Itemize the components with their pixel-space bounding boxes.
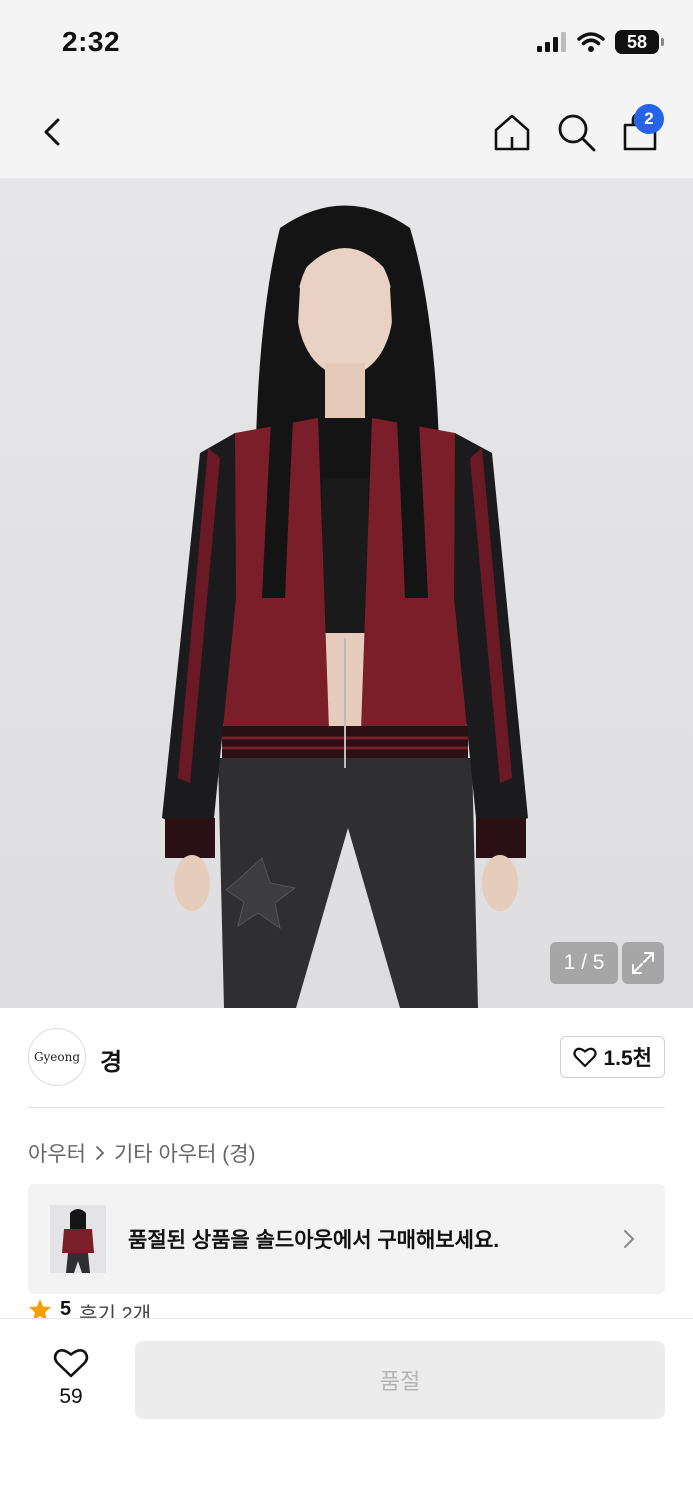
soldout-thumbnail	[50, 1205, 106, 1273]
soldout-button: 품절	[135, 1341, 665, 1419]
review-score: 5	[60, 1298, 72, 1320]
chevron-right-icon	[96, 1146, 105, 1160]
expand-image-button[interactable]	[622, 942, 664, 984]
status-time: 2:32	[62, 26, 121, 57]
brand-row[interactable]: Gyeong 경 1.5천	[28, 1028, 665, 1086]
chevron-right-icon	[624, 1230, 635, 1248]
breadcrumb-item-other-outer[interactable]: 기타 아우터 (경)	[114, 1138, 256, 1168]
image-counter: 1 / 5	[550, 942, 618, 984]
bottom-action-bar: 59 품절	[0, 1318, 693, 1500]
star-icon	[29, 1299, 51, 1320]
soldout-banner[interactable]: 품절된 상품을 솔드아웃에서 구매해보세요.	[28, 1184, 665, 1294]
breadcrumb: 아우터 기타 아우터 (경)	[28, 1138, 256, 1168]
brand-name[interactable]: 경	[100, 1042, 122, 1077]
wishlist-count: 59	[59, 1385, 83, 1408]
heart-icon	[573, 1047, 598, 1068]
nav-bar	[0, 88, 693, 178]
product-photo-illustration	[162, 205, 528, 1008]
search-icon[interactable]	[554, 110, 598, 154]
home-icon[interactable]	[490, 110, 534, 154]
battery-indicator: 58	[615, 30, 664, 54]
brand-like-button[interactable]: 1.5천	[560, 1036, 665, 1078]
back-icon[interactable]	[34, 112, 74, 152]
status-bar: 2:32 58	[0, 0, 693, 88]
status-icons: 58	[537, 30, 664, 54]
breadcrumb-item-outer[interactable]: 아우터	[28, 1138, 86, 1168]
divider	[28, 1107, 665, 1108]
review-summary[interactable]: 5 후기 2개	[28, 1298, 151, 1320]
soldout-message: 품절된 상품을 솔드아웃에서 구매해보세요.	[128, 1229, 500, 1252]
cart-count-badge: 2	[634, 104, 664, 134]
heart-icon	[53, 1349, 89, 1378]
brand-logo[interactable]: Gyeong	[28, 1028, 86, 1086]
product-image[interactable]	[0, 178, 693, 1008]
wifi-icon	[577, 32, 605, 52]
wishlist-button[interactable]: 59	[40, 1347, 102, 1409]
review-count: 후기 2개	[79, 1304, 152, 1320]
signal-icon	[537, 32, 566, 52]
brand-like-count: 1.5천	[603, 1047, 652, 1070]
expand-icon	[632, 952, 654, 974]
